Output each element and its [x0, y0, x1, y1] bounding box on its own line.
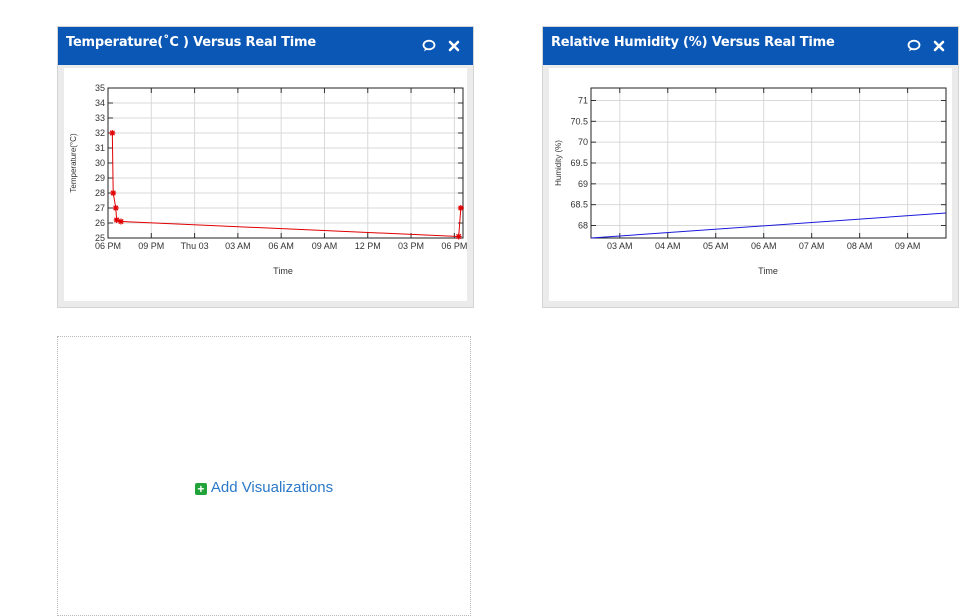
x-tick-label: 08 AM	[847, 241, 873, 251]
plus-square-icon: +	[194, 483, 207, 495]
x-axis-label: Time	[758, 266, 778, 276]
y-tick-label: 31	[95, 143, 105, 153]
x-tick-label: 03 AM	[225, 241, 251, 251]
humidity-widget: Relative Humidity (%) Versus Real Time 6…	[542, 26, 959, 308]
widget-title: Temperature(˚C ) Versus Real Time	[66, 35, 316, 50]
y-tick-label: 29	[95, 173, 105, 183]
temperature-chart: 252627282930313233343506 PM 09 PM Thu 03 03…	[69, 83, 467, 276]
comment-icon[interactable]	[421, 38, 437, 54]
x-tick-label: 06 AM	[268, 241, 294, 251]
data-point	[109, 130, 116, 136]
chart-area: 25 26 27 28 29 30 31 32 33 34 35 06 PM 09 PM Thu 03 03…	[64, 68, 467, 301]
x-tick-label: 07 AM	[799, 241, 825, 251]
x-tick-label: Thu 03	[181, 241, 209, 251]
y-tick-label: 35	[95, 83, 105, 93]
x-tick-label: 03 AM	[607, 241, 633, 251]
widget-header: Temperature(˚C ) Versus Real Time	[58, 27, 473, 65]
y-tick-label: 30	[95, 158, 105, 168]
y-tick-label: 33	[95, 113, 105, 123]
x-tick-label: 12 PM	[355, 241, 381, 251]
y-tick-label: 27	[95, 203, 105, 213]
x-tick-label: 09 AM	[312, 241, 338, 251]
x-tick-label: 03 PM	[398, 241, 424, 251]
y-tick-label: 69	[578, 179, 588, 189]
add-visualizations-link[interactable]: + Add Visualizations	[58, 479, 470, 496]
y-tick-label: 71	[578, 96, 588, 106]
chart-area: 68 68.5 69 69.5 70 70.5 71 03 AM 04 AM 05 AM 06 AM…	[549, 68, 952, 301]
y-tick-label: 28	[95, 188, 105, 198]
y-tick-label: 32	[95, 128, 105, 138]
humidity-chart: 68 68.5 69 69.5 70 70.5 71 03 AM 04 AM 05 AM 06 AM…	[554, 87, 947, 276]
x-tick-label: 06 PM	[441, 241, 467, 251]
data-point	[110, 190, 117, 196]
x-tick-label: 09 PM	[138, 241, 164, 251]
x-tick-label: 04 AM	[655, 241, 681, 251]
y-tick-label: 26	[95, 218, 105, 228]
y-axis-label: Humidity (%)	[554, 140, 563, 186]
x-tick-label: 06 PM	[95, 241, 121, 251]
y-tick-label: 34	[95, 98, 105, 108]
x-tick-label: 06 AM	[751, 241, 777, 251]
y-tick-label: 68.5	[570, 200, 588, 210]
widget-title: Relative Humidity (%) Versus Real Time	[551, 35, 835, 50]
data-point	[455, 233, 462, 240]
data-point	[112, 205, 119, 211]
add-visualizations-label: Add Visualizations	[210, 479, 334, 496]
close-icon[interactable]	[931, 38, 947, 54]
y-tick-label: 69.5	[570, 158, 588, 168]
y-tick-label: 70	[578, 137, 588, 147]
x-tick-label: 09 AM	[895, 241, 921, 251]
temperature-widget: Temperature(˚C ) Versus Real Time 25 26 27…	[57, 26, 474, 308]
data-point	[457, 205, 464, 211]
close-icon[interactable]	[446, 38, 462, 54]
y-axis-label: Temperature(°C)	[69, 133, 78, 193]
x-tick-label: 05 AM	[703, 241, 729, 251]
y-tick-label: 70.5	[570, 116, 588, 126]
x-axis-label: Time	[273, 266, 293, 276]
add-visualization-panel: + Add Visualizations	[57, 336, 471, 616]
comment-icon[interactable]	[906, 38, 922, 54]
data-point	[117, 218, 124, 225]
widget-header: Relative Humidity (%) Versus Real Time	[543, 27, 958, 65]
series-line	[111, 132, 462, 238]
y-tick-label: 68	[578, 221, 588, 231]
